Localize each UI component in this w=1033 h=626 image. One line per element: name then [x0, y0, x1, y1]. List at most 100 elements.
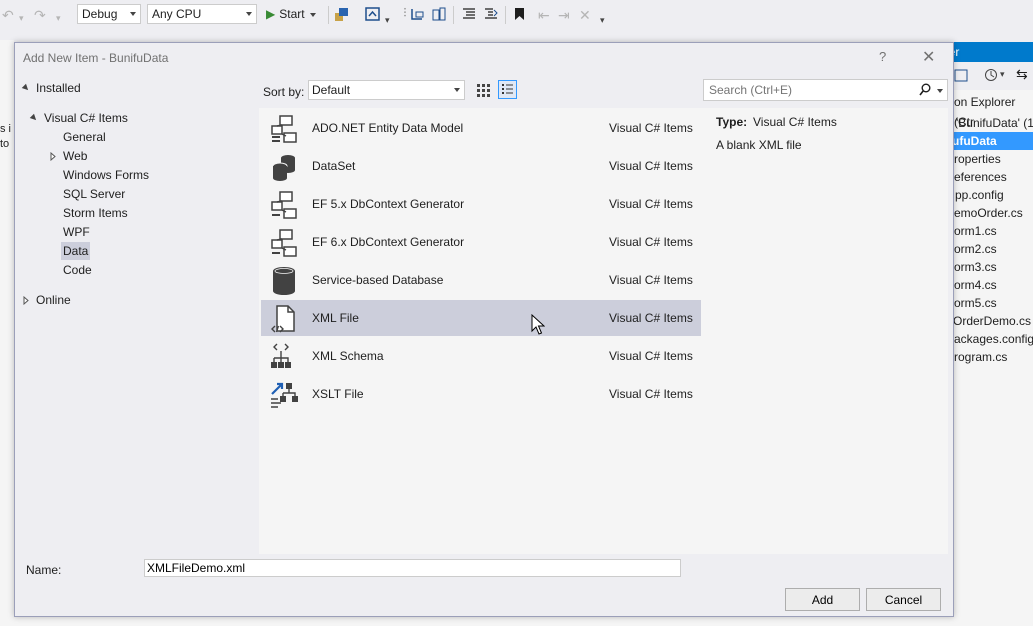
template-item[interactable]: XSLT File Visual C# Items [261, 376, 701, 412]
sort-select[interactable]: Default [308, 80, 465, 100]
template-name: DataSet [312, 159, 356, 173]
help-button[interactable]: ? [879, 49, 886, 64]
template-name: Service-based Database [312, 273, 444, 287]
background-text-line: s i [0, 123, 11, 135]
clear-bookmarks-icon[interactable]: ✕ [579, 7, 591, 23]
platform-value: Any CPU [152, 7, 202, 21]
template-item[interactable]: EF 6.x DbContext Generator Visual C# Ite… [261, 224, 701, 260]
background-left-text: s i to [0, 122, 11, 152]
redo-icon[interactable]: ↷ [34, 7, 46, 23]
attach-process-icon[interactable] [334, 7, 349, 22]
toolbar-overflow-icon[interactable]: ▾ [600, 12, 605, 28]
search-icon[interactable] [919, 83, 931, 97]
uncomment-lines-icon[interactable] [484, 8, 498, 20]
template-name: ADO.NET Entity Data Model [312, 121, 464, 135]
undo-dropdown-icon[interactable]: ▾ [19, 10, 24, 26]
dialog-title: Add New Item - BunifuData [23, 51, 169, 65]
list-view-icon [502, 84, 513, 94]
step-into-icon[interactable] [410, 7, 425, 22]
prev-bookmark-icon[interactable]: ⇤ [538, 7, 550, 23]
template-item[interactable]: Service-based Database Visual C# Items [261, 262, 701, 298]
tree-item-sql-server[interactable]: SQL Server [63, 185, 125, 203]
close-button[interactable]: ✕ [922, 47, 935, 67]
expand-down-icon[interactable] [29, 113, 39, 123]
browser-link-icon[interactable] [365, 7, 380, 21]
template-name: EF 6.x DbContext Generator [312, 235, 465, 249]
expand-down-icon[interactable] [21, 83, 31, 93]
file-name-input[interactable] [144, 559, 681, 577]
details-type-value: Visual C# Items [753, 115, 837, 129]
sync-icon[interactable]: ⇆ [1016, 66, 1028, 83]
details-description: A blank XML file [716, 138, 802, 152]
solution-config-select[interactable]: Debug [77, 4, 141, 24]
chevron-down-icon[interactable]: ▾ [385, 12, 390, 28]
dataset-icon [272, 155, 295, 181]
template-name: XML File [312, 311, 359, 325]
history-icon[interactable] [984, 68, 998, 82]
step-over-icon[interactable] [431, 7, 446, 22]
start-button[interactable]: ▶ Start [266, 5, 316, 25]
next-bookmark-icon[interactable]: ⇥ [558, 7, 570, 23]
template-item[interactable]: ADO.NET Entity Data Model Visual C# Item… [261, 110, 701, 146]
template-item[interactable]: DataSet Visual C# Items [261, 148, 701, 184]
tree-item-data[interactable]: Data [61, 242, 91, 260]
add-new-item-dialog: Add New Item - BunifuData ? ✕ Installed … [14, 42, 954, 617]
template-item[interactable]: EF 5.x DbContext Generator Visual C# Ite… [261, 186, 701, 222]
home-icon[interactable] [954, 68, 968, 82]
expand-right-icon[interactable] [50, 152, 56, 161]
template-details-pane: Type: Visual C# Items A blank XML file [703, 108, 948, 554]
template-list: ADO.NET Entity Data Model Visual C# Item… [259, 108, 703, 554]
sort-label: Sort by: [263, 85, 305, 99]
background-bottom-strip [0, 617, 1033, 626]
tree-item-windows-forms[interactable]: Windows Forms [63, 166, 149, 184]
chevron-down-icon[interactable] [937, 89, 943, 93]
search-input[interactable] [709, 83, 909, 97]
template-search-box[interactable] [703, 79, 948, 101]
chevron-down-icon[interactable]: ▾ [1000, 69, 1005, 80]
add-button[interactable]: Add [785, 588, 860, 611]
template-item[interactable]: XML File Visual C# Items [261, 300, 701, 336]
chevron-down-icon [454, 88, 460, 92]
tree-item-general[interactable]: General [63, 128, 106, 146]
background-text-line: to [0, 138, 10, 150]
chevron-down-icon [309, 12, 316, 17]
chevron-down-icon [130, 12, 136, 16]
template-name: XSLT File [312, 387, 364, 401]
template-type: Visual C# Items [609, 159, 693, 173]
expand-right-icon[interactable] [23, 296, 29, 305]
undo-icon[interactable]: ↶ [2, 7, 14, 23]
tree-item-installed[interactable]: Installed [36, 79, 81, 97]
tree-item-online[interactable]: Online [36, 291, 71, 309]
template-type: Visual C# Items [609, 311, 693, 325]
grid-view-icon[interactable] [474, 81, 492, 99]
cancel-button[interactable]: Cancel [866, 588, 941, 611]
platform-select[interactable]: Any CPU [147, 4, 257, 24]
template-type: Visual C# Items [609, 273, 693, 287]
mouse-pointer-icon [531, 314, 545, 335]
template-type: Visual C# Items [609, 235, 693, 249]
solution-config-value: Debug [82, 7, 118, 21]
tree-item-code[interactable]: Code [63, 261, 92, 279]
toolbar-separator [328, 6, 329, 24]
tree-item-wpf[interactable]: WPF [63, 223, 90, 241]
play-icon: ▶ [266, 7, 276, 21]
vs-toolbar: ↶ ▾ ↷ ▾ Debug Any CPU ▶ Start ▾ ⇤ ⇥ ✕ ▾ [0, 0, 1033, 32]
comment-lines-icon[interactable] [462, 8, 476, 20]
template-item[interactable]: XML Schema Visual C# Items [261, 338, 701, 374]
entity-model-icon [271, 115, 297, 143]
toolbar-separator [453, 6, 454, 24]
details-type-label: Type: [716, 115, 748, 129]
start-label: Start [279, 7, 305, 21]
ef-generator-icon [271, 191, 297, 219]
toolbar-separator [505, 6, 506, 24]
tree-item-web[interactable]: Web [63, 147, 87, 165]
xml-file-icon [271, 305, 295, 333]
template-name: EF 5.x DbContext Generator [312, 197, 465, 211]
redo-dropdown-icon[interactable]: ▾ [56, 10, 61, 26]
list-view-button[interactable] [498, 80, 517, 99]
ef-generator-icon [271, 229, 297, 257]
tree-item-visual-csharp[interactable]: Visual C# Items [44, 109, 128, 127]
tree-item-storm-items[interactable]: Storm Items [63, 204, 128, 222]
xslt-file-icon [271, 382, 298, 408]
bookmark-icon[interactable] [514, 7, 525, 21]
